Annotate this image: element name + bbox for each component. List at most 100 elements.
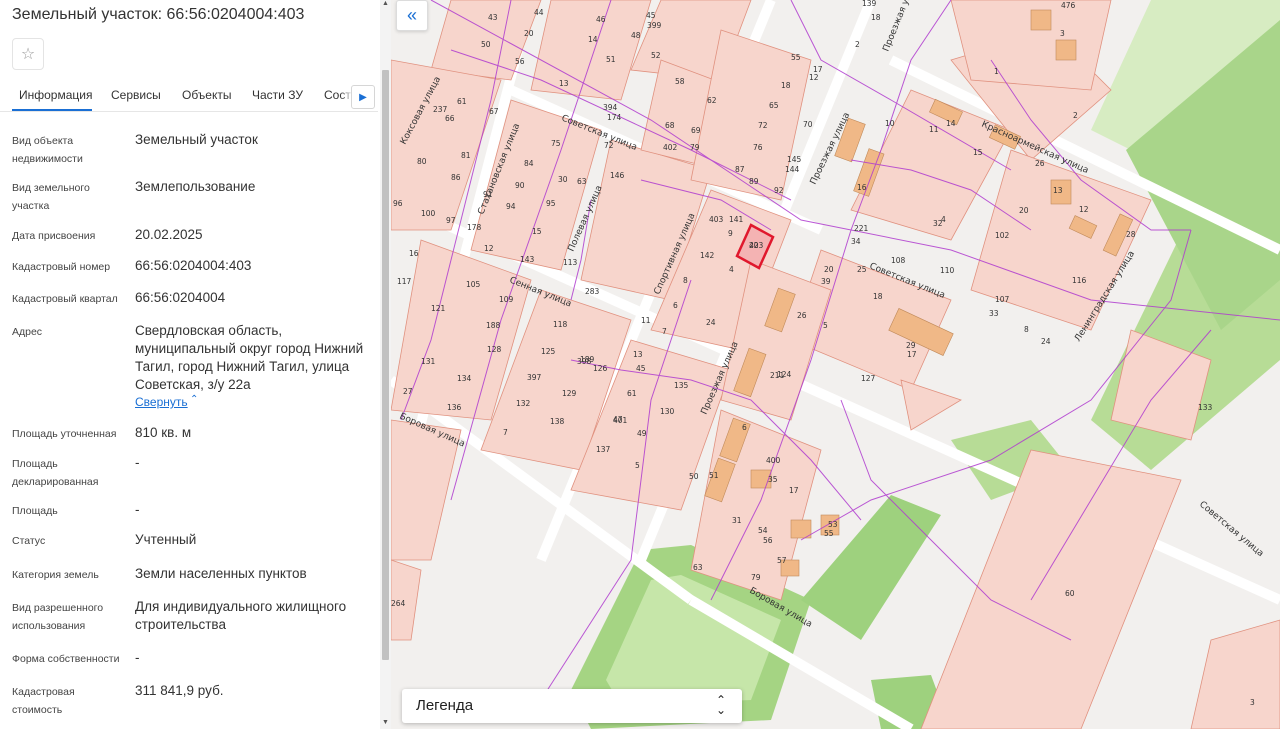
collapse-panel-button[interactable]: « — [396, 0, 428, 31]
chevron-up-down-icon: ⌃ ⌄ — [715, 693, 726, 717]
scroll-up-arrow-icon[interactable]: ▲ — [380, 0, 391, 10]
parcel-number: 56 — [763, 536, 773, 545]
chevron-right-icon: ▶ — [359, 91, 367, 103]
parcel-number: 49 — [637, 429, 647, 438]
parcel-number: 24 — [706, 318, 716, 327]
parcel-number: 47 — [613, 415, 623, 424]
parcel-number: 30 — [558, 175, 568, 184]
parcel-number: 92 — [774, 186, 784, 195]
row-value-date: 20.02.2025 — [135, 227, 203, 242]
parcel-number: 86 — [451, 173, 461, 182]
parcel-number: 17 — [907, 350, 917, 359]
parcel-number: 8 — [683, 276, 688, 285]
parcel-number: 18 — [873, 292, 883, 301]
row-label-object-type: Вид объекта недвижимости — [12, 135, 83, 165]
parcel-number: 283 — [585, 287, 600, 296]
parcel-number: 237 — [433, 105, 448, 114]
address-collapse-link[interactable]: Свернуть — [135, 395, 188, 409]
parcel-number: 18 — [871, 13, 881, 22]
tabs-next-button[interactable]: ▶ — [351, 85, 375, 109]
row-label-cadastral-quarter: Кадастровый квартал — [12, 293, 118, 305]
parcel-number: 44 — [534, 8, 544, 17]
parcel-number: 138 — [550, 417, 565, 426]
parcel-number: 52 — [651, 51, 661, 60]
parcel-number: 28 — [1126, 230, 1136, 239]
parcel-number: 3 — [1060, 29, 1065, 38]
map-canvas[interactable]: Советская улица Советская улица Советска… — [391, 0, 1280, 729]
parcel-number: 57 — [777, 556, 787, 565]
parcel-number: 16 — [409, 249, 419, 258]
parcel-number: 24 — [1041, 337, 1051, 346]
parcel-number: 94 — [506, 202, 516, 211]
row-value-land-type: Землепользование — [135, 179, 256, 194]
row-value-cadastral-number: 66:56:0204004:403 — [135, 258, 252, 273]
parcel-number: 56 — [515, 57, 525, 66]
parcel-number: 113 — [563, 258, 578, 267]
parcel-number: 100 — [421, 209, 436, 218]
tab-info[interactable]: Информация — [19, 88, 92, 102]
parcel-number: 76 — [753, 143, 763, 152]
parcel-number: 126 — [593, 364, 608, 373]
parcel-number: 110 — [940, 266, 955, 275]
parcel-number: 135 — [674, 381, 689, 390]
parcel-number: 96 — [393, 199, 403, 208]
parcel-number: 4 — [729, 265, 734, 274]
favorite-button[interactable]: ☆ — [12, 38, 44, 70]
tab-parts[interactable]: Части ЗУ — [252, 88, 303, 102]
parcel-number: 50 — [481, 40, 491, 49]
scroll-down-arrow-icon[interactable]: ▼ — [380, 719, 391, 729]
parcel-number: 34 — [851, 237, 861, 246]
parcel-number: 72 — [758, 121, 768, 130]
row-value-object-type: Земельный участок — [135, 132, 258, 147]
parcel-number: 12 — [484, 244, 494, 253]
parcel-number: 15 — [973, 148, 983, 157]
parcel-number: 128 — [487, 345, 502, 354]
parcel-number: 264 — [391, 599, 406, 608]
parcel-number: 35 — [768, 475, 778, 484]
parcel-number: 43 — [488, 13, 498, 22]
legend-label: Легенда — [416, 697, 474, 714]
row-value-permitted-use: Для индивидуального жилищного строительс… — [135, 599, 347, 632]
parcel-number: 32 — [933, 219, 943, 228]
parcel-number: 178 — [467, 223, 482, 232]
parcel-number: 31 — [732, 516, 742, 525]
row-value-area-specified: 810 кв. м — [135, 425, 192, 440]
parcel-number: 476 — [1061, 1, 1076, 10]
parcel-number: 53 — [828, 520, 838, 529]
legend-panel[interactable]: Легенда ⌃ ⌄ — [402, 689, 742, 723]
cadastral-map[interactable]: Советская улица Советская улица Советска… — [391, 0, 1280, 729]
parcel-number: 45 — [636, 364, 646, 373]
parcel-number: 146 — [610, 171, 625, 180]
tab-services[interactable]: Сервисы — [111, 88, 161, 102]
parcel-number: 84 — [524, 159, 534, 168]
parcel-number: 118 — [553, 320, 568, 329]
parcel-number: 97 — [446, 216, 456, 225]
scrollbar-thumb[interactable] — [382, 70, 389, 660]
parcel-number: 102 — [995, 231, 1010, 240]
parcel-number: 61 — [627, 389, 637, 398]
parcel-number: 80 — [417, 157, 427, 166]
row-label-area-declared: Площадь декларированная — [12, 458, 99, 488]
double-chevron-left-icon: « — [406, 5, 417, 25]
row-label-cadastral-number: Кадастровый номер — [12, 261, 111, 273]
parcel-number: 17 — [789, 486, 799, 495]
info-panel: Земельный участок: 66:56:0204004:403 ☆ И… — [0, 0, 391, 729]
parcel-number: 109 — [499, 295, 514, 304]
parcel-number: 79 — [690, 143, 700, 152]
street-label-proezzhaya-3: Проезжая улица — [882, 0, 921, 53]
tab-objects[interactable]: Объекты — [182, 88, 232, 102]
row-label-date: Дата присвоения — [12, 230, 96, 242]
parcel-number: 65 — [769, 101, 779, 110]
parcel-number: 144 — [785, 165, 800, 174]
parcel-number: 27 — [403, 387, 413, 396]
parcel-number: 69 — [691, 126, 701, 135]
parcel-number: 63 — [577, 177, 587, 186]
parcel-number: 79 — [751, 573, 761, 582]
parcel-number: 402 — [663, 143, 678, 152]
parcel-number: 25 — [857, 265, 867, 274]
parcel-number: 51 — [709, 471, 719, 480]
row-value-cadastral-quarter: 66:56:0204004 — [135, 290, 226, 305]
parcel-number: 75 — [551, 139, 561, 148]
parcel-number: 13 — [559, 79, 569, 88]
chevron-up-icon[interactable]: ⌃ — [190, 394, 198, 405]
